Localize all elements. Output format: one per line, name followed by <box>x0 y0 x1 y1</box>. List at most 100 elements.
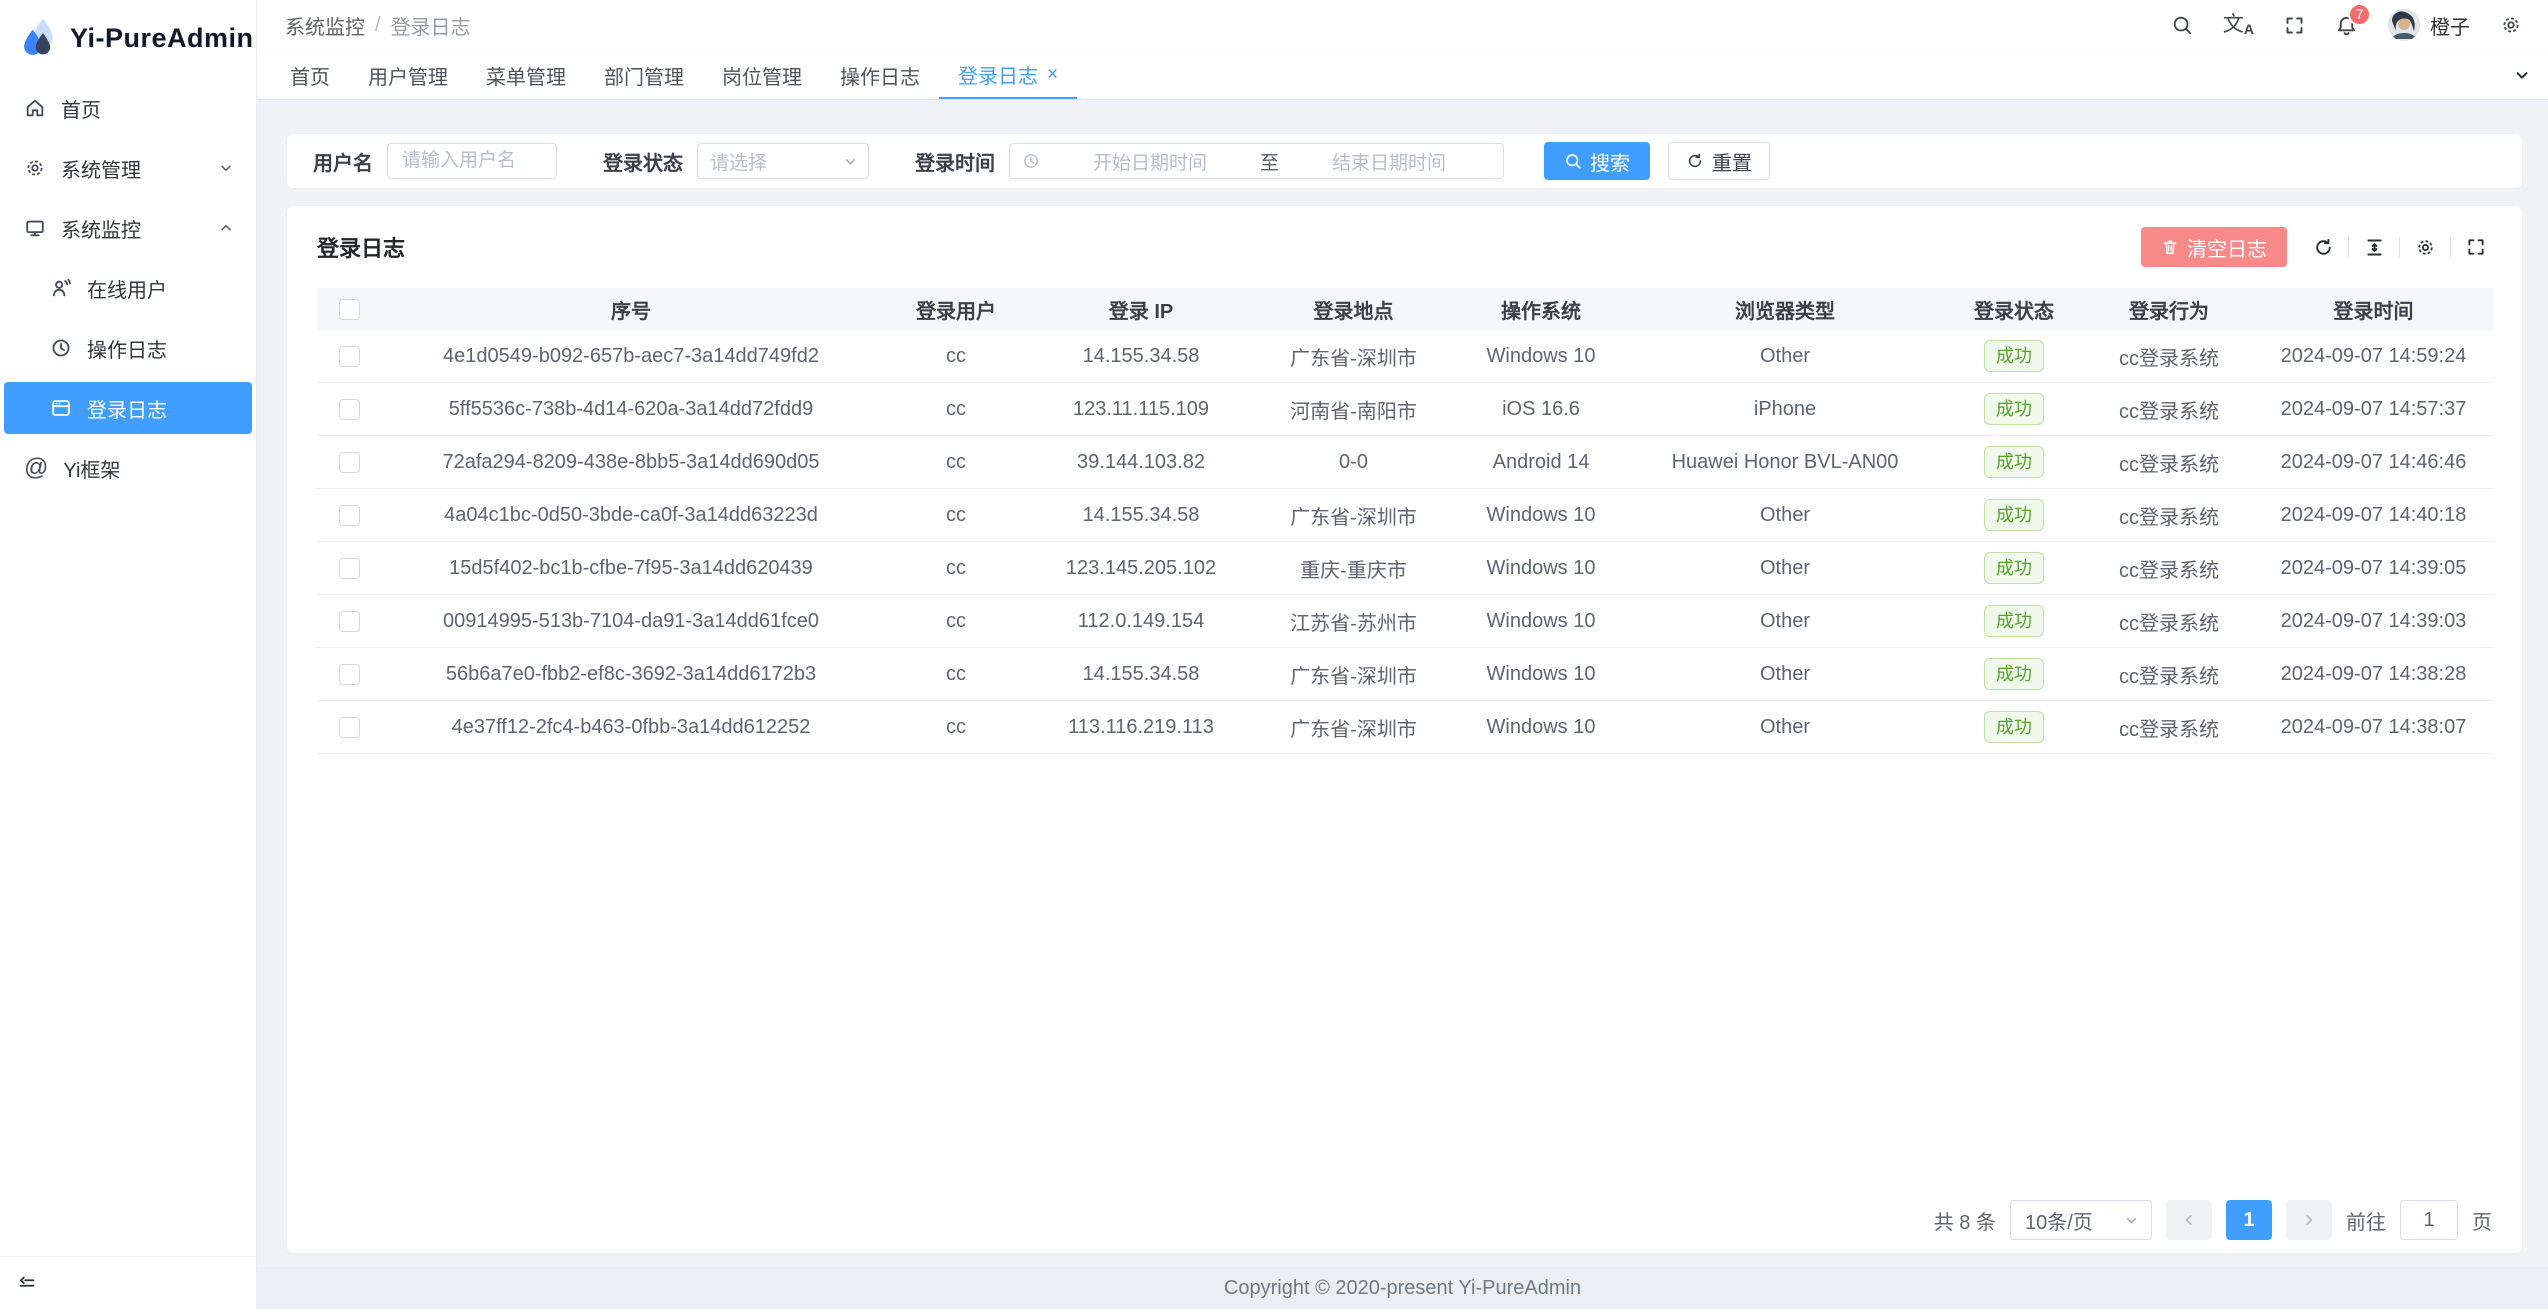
cell-os: Windows 10 <box>1456 330 1626 383</box>
sidebar-item-system-management[interactable]: 系统管理 <box>4 142 252 194</box>
cell-login-time: 2024-09-07 14:38:07 <box>2254 701 2493 754</box>
cell-serial-id: 5ff5536c-738b-4d14-620a-3a14dd72fdd9 <box>381 383 881 436</box>
search-icon <box>1564 152 1582 170</box>
username-input[interactable] <box>400 149 544 173</box>
sidebar-collapse-button[interactable] <box>0 1256 256 1309</box>
table-row[interactable]: 4a04c1bc-0d50-3bde-ca0f-3a14dd63223d cc … <box>317 489 2493 542</box>
cell-login-location: 广东省-深圳市 <box>1251 489 1456 542</box>
search-icon[interactable] <box>2171 14 2193 36</box>
cell-serial-id: 00914995-513b-7104-da91-3a14dd61fce0 <box>381 595 881 648</box>
table-row[interactable]: 5ff5536c-738b-4d14-620a-3a14dd72fdd9 cc … <box>317 383 2493 436</box>
cell-login-ip: 14.155.34.58 <box>1031 489 1251 542</box>
sidebar-item-online-users[interactable]: 在线用户 <box>4 262 252 314</box>
cell-login-user: cc <box>881 489 1031 542</box>
chevron-down-icon <box>843 154 858 169</box>
cell-browser: Huawei Honor BVL-AN00 <box>1626 436 1944 489</box>
tab-close-icon[interactable]: × <box>1047 65 1058 84</box>
table-row[interactable]: 72afa294-8209-438e-8bb5-3a14dd690d05 cc … <box>317 436 2493 489</box>
row-density-icon[interactable] <box>2358 231 2390 263</box>
tabs-dropdown-chevron-icon[interactable] <box>2496 66 2548 84</box>
top-header: 系统监控 / 登录日志 文A 7 <box>257 0 2548 50</box>
table-row[interactable]: 56b6a7e0-fbb2-ef8c-3692-3a14dd6172b3 cc … <box>317 648 2493 701</box>
divider <box>2348 237 2349 257</box>
home-icon <box>24 97 46 119</box>
cell-os: Windows 10 <box>1456 701 1626 754</box>
cell-login-time: 2024-09-07 14:59:24 <box>2254 330 2493 383</box>
row-checkbox[interactable] <box>339 505 360 526</box>
cell-login-ip: 123.145.205.102 <box>1031 542 1251 595</box>
cell-login-location: 广东省-深圳市 <box>1251 648 1456 701</box>
logo-row[interactable]: Yi-PureAdmin <box>0 0 256 70</box>
row-checkbox[interactable] <box>339 717 360 738</box>
table-row[interactable]: 4e37ff12-2fc4-b463-0fbb-3a14dd612252 cc … <box>317 701 2493 754</box>
login-time-range-picker[interactable]: 开始日期时间 至 结束日期时间 <box>1009 143 1504 179</box>
sidebar-item-label: 系统管理 <box>61 154 141 183</box>
status-select[interactable]: 请选择 <box>697 143 869 179</box>
cell-login-status: 成功 <box>1944 701 2084 754</box>
sidebar-item-system-monitor[interactable]: 系统监控 <box>4 202 252 254</box>
cell-serial-id: 4a04c1bc-0d50-3bde-ca0f-3a14dd63223d <box>381 489 881 542</box>
search-button[interactable]: 搜索 <box>1544 142 1650 180</box>
notification-bell-icon[interactable]: 7 <box>2335 14 2358 37</box>
reset-button[interactable]: 重置 <box>1668 142 1770 180</box>
tab-post-management[interactable]: 岗位管理 <box>703 51 821 99</box>
prev-page-button[interactable] <box>2166 1200 2212 1240</box>
table-row[interactable]: 4e1d0549-b092-657b-aec7-3a14dd749fd2 cc … <box>317 330 2493 383</box>
row-checkbox[interactable] <box>339 399 360 420</box>
tab-user-management[interactable]: 用户管理 <box>349 51 467 99</box>
sidebar-item-label: 系统监控 <box>61 214 141 243</box>
breadcrumb-parent[interactable]: 系统监控 <box>285 11 365 40</box>
page-number-button[interactable]: 1 <box>2226 1200 2272 1240</box>
table-row[interactable]: 00914995-513b-7104-da91-3a14dd61fce0 cc … <box>317 595 2493 648</box>
row-checkbox[interactable] <box>339 346 360 367</box>
cell-login-user: cc <box>881 436 1031 489</box>
clear-log-button[interactable]: 清空日志 <box>2141 227 2287 267</box>
fullscreen-icon[interactable] <box>2284 15 2305 36</box>
page-size-select[interactable]: 10条/页 <box>2010 1200 2152 1240</box>
cell-login-user: cc <box>881 330 1031 383</box>
column-settings-gear-icon[interactable] <box>2409 231 2441 263</box>
cell-browser: Other <box>1626 489 1944 542</box>
row-checkbox[interactable] <box>339 611 360 632</box>
select-all-checkbox[interactable] <box>339 299 360 320</box>
cell-browser: Other <box>1626 648 1944 701</box>
cell-login-location: 江苏省-苏州市 <box>1251 595 1456 648</box>
cell-login-user: cc <box>881 595 1031 648</box>
sidebar-item-yi-framework[interactable]: @ Yi框架 <box>4 442 252 494</box>
cell-login-user: cc <box>881 648 1031 701</box>
end-date-placeholder[interactable]: 结束日期时间 <box>1287 148 1491 175</box>
cell-serial-id: 15d5f402-bc1b-cfbe-7f95-3a14dd620439 <box>381 542 881 595</box>
sidebar-item-operation-log[interactable]: 操作日志 <box>4 322 252 374</box>
tab-operation-log[interactable]: 操作日志 <box>821 51 939 99</box>
cell-browser: Other <box>1626 701 1944 754</box>
copyright-text: Copyright © 2020-present Yi-PureAdmin <box>1224 1277 1581 1300</box>
sidebar-item-login-log[interactable]: 登录日志 <box>4 382 252 434</box>
chevron-down-icon <box>218 160 234 176</box>
refresh-icon[interactable] <box>2307 231 2339 263</box>
tab-home[interactable]: 首页 <box>271 51 349 99</box>
tab-dept-management[interactable]: 部门管理 <box>585 51 703 99</box>
start-date-placeholder[interactable]: 开始日期时间 <box>1048 148 1252 175</box>
column-header: 登录用户 <box>881 288 1031 330</box>
next-page-button[interactable] <box>2286 1200 2332 1240</box>
app-title: Yi-PureAdmin <box>70 23 254 54</box>
row-checkbox[interactable] <box>339 452 360 473</box>
tab-menu-management[interactable]: 菜单管理 <box>467 51 585 99</box>
cell-login-status: 成功 <box>1944 383 2084 436</box>
cell-login-ip: 14.155.34.58 <box>1031 330 1251 383</box>
sidebar-item-home[interactable]: 首页 <box>4 82 252 134</box>
user-menu[interactable]: 橙子 <box>2388 9 2470 41</box>
table-fullscreen-icon[interactable] <box>2460 231 2492 263</box>
time-field-label: 登录时间 <box>915 147 995 176</box>
goto-page-input[interactable] <box>2400 1200 2458 1240</box>
sidebar-menu: 首页 系统管理 系统监控 <box>0 70 256 1256</box>
notification-badge: 7 <box>2348 3 2371 26</box>
breadcrumb: 系统监控 / 登录日志 <box>285 11 471 40</box>
status-badge: 成功 <box>1984 499 2044 532</box>
translate-icon[interactable]: 文A <box>2223 14 2254 36</box>
row-checkbox[interactable] <box>339 558 360 579</box>
row-checkbox[interactable] <box>339 664 360 685</box>
table-row[interactable]: 15d5f402-bc1b-cfbe-7f95-3a14dd620439 cc … <box>317 542 2493 595</box>
tab-login-log[interactable]: 登录日志 × <box>939 51 1077 99</box>
settings-gear-icon[interactable] <box>2500 14 2522 36</box>
